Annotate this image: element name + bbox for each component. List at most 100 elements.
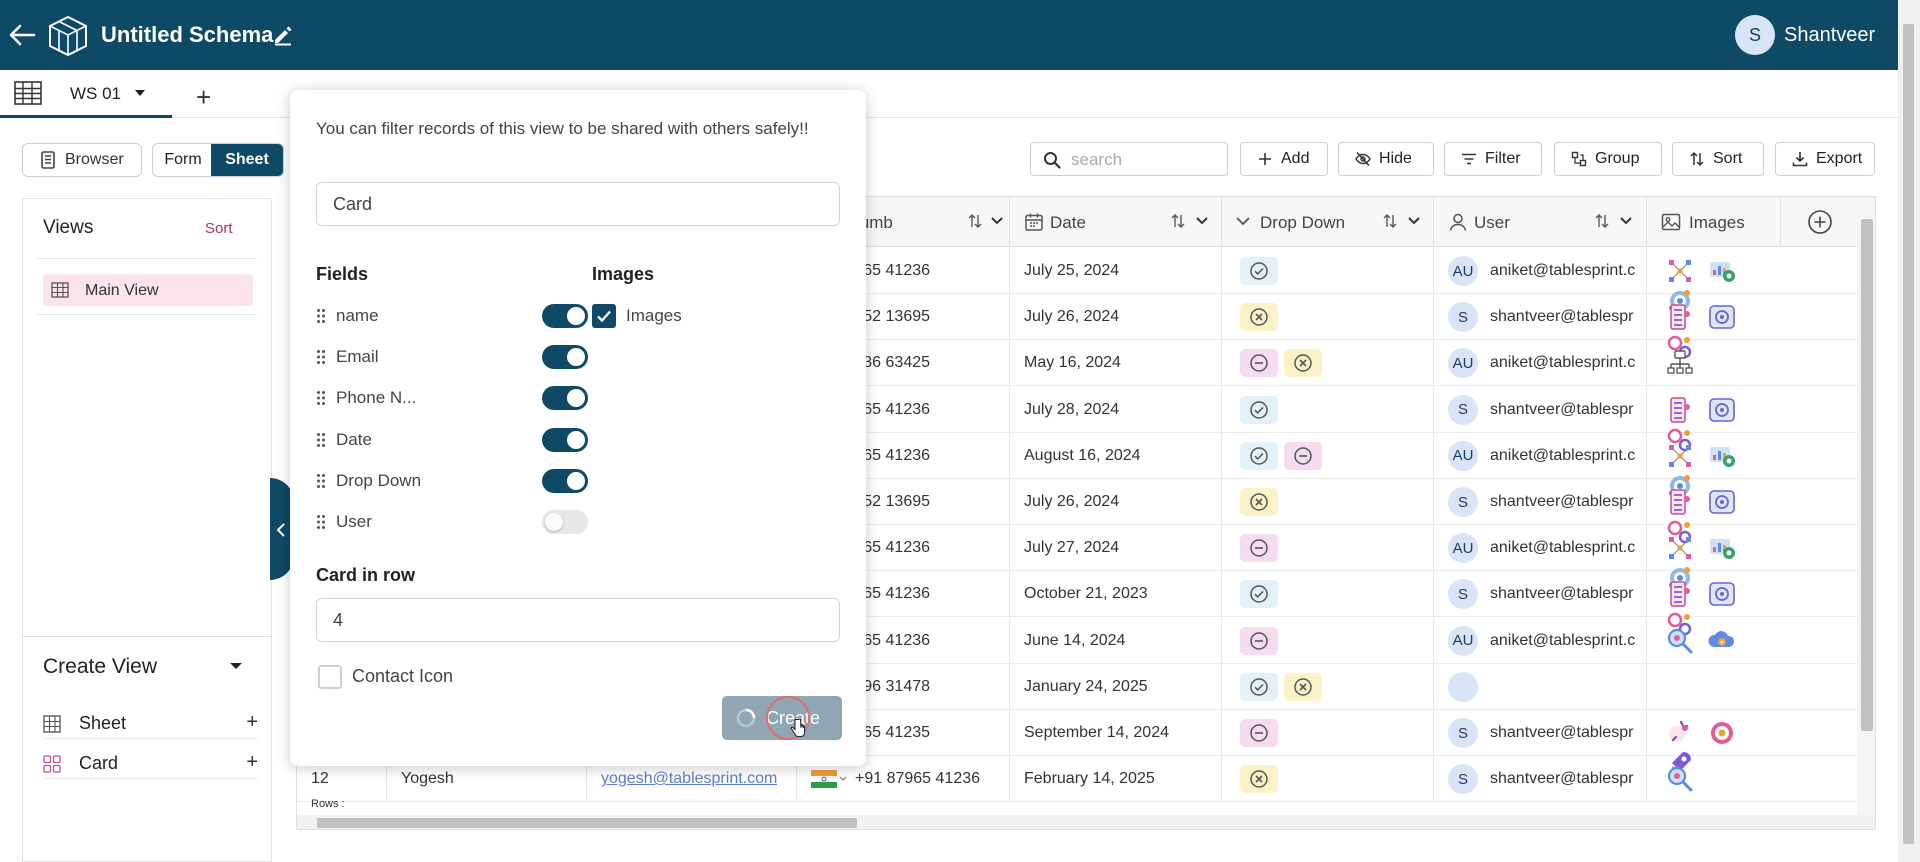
cell-drop-down[interactable] xyxy=(1222,248,1434,294)
chart-image-icon[interactable] xyxy=(1707,256,1749,282)
drag-handle-icon[interactable] xyxy=(316,308,326,324)
search-box[interactable] xyxy=(1030,142,1228,176)
cell-user[interactable]: Sshantveer@tablespr xyxy=(1434,479,1647,525)
search-image-icon[interactable] xyxy=(1665,764,1707,792)
rack-image-icon[interactable] xyxy=(1665,395,1707,423)
grid-horizontal-scrollbar[interactable] xyxy=(297,815,1875,829)
cell-images[interactable] xyxy=(1647,479,1781,544)
cell-images[interactable] xyxy=(1647,664,1781,710)
pixel-image-icon[interactable] xyxy=(1665,533,1707,560)
drag-handle-icon[interactable] xyxy=(316,349,326,365)
cell-user[interactable]: Sshantveer@tablespr xyxy=(1434,571,1647,618)
cell-user[interactable]: AU aniket@tablesprint.c xyxy=(1434,525,1647,572)
cell-drop-down[interactable] xyxy=(1222,710,1434,756)
cell-user[interactable]: Sshantveer@tablespr xyxy=(1434,756,1647,803)
sort-button[interactable]: Sort xyxy=(1672,142,1764,176)
view-name-input[interactable]: Card xyxy=(316,182,840,226)
cell-images[interactable] xyxy=(1647,571,1781,636)
drag-handle-icon[interactable] xyxy=(316,473,326,489)
dropdown-chip-check[interactable] xyxy=(1240,672,1278,701)
cell-user[interactable]: AU aniket@tablesprint.c xyxy=(1434,248,1647,294)
grid-horizontal-scrollbar-thumb[interactable] xyxy=(317,818,857,828)
cell-images[interactable] xyxy=(1647,756,1781,802)
pencil-icon[interactable] xyxy=(272,24,294,46)
chart-image-icon[interactable] xyxy=(1707,441,1749,467)
add-sheet-view-button[interactable]: + xyxy=(246,711,258,734)
cell-drop-down[interactable] xyxy=(1222,432,1434,479)
cell-images[interactable] xyxy=(1647,294,1781,359)
field-toggle[interactable] xyxy=(542,345,588,370)
field-row[interactable]: name xyxy=(316,300,588,330)
field-row[interactable]: Email xyxy=(316,341,588,371)
dropdown-chip-minus[interactable] xyxy=(1240,719,1278,747)
add-card-view-button[interactable]: + xyxy=(246,751,258,774)
cell-drop-down[interactable] xyxy=(1222,525,1434,572)
field-toggle[interactable] xyxy=(542,386,588,411)
create-button[interactable]: Create xyxy=(722,696,842,740)
chevron-down-icon[interactable] xyxy=(991,216,1003,226)
cell-drop-down[interactable] xyxy=(1222,479,1434,525)
dropdown-chip-minus[interactable] xyxy=(1240,349,1278,378)
cell-user[interactable]: AU aniket@tablesprint.c xyxy=(1434,432,1647,479)
cell-date[interactable]: February 14, 2025 xyxy=(1010,756,1222,803)
add-tab-button[interactable]: + xyxy=(196,82,211,113)
cell-date[interactable]: July 27, 2024 xyxy=(1010,525,1222,572)
hide-button[interactable]: Hide xyxy=(1338,142,1434,176)
rack-image-icon[interactable] xyxy=(1665,579,1707,608)
rack-image-icon[interactable] xyxy=(1665,487,1707,515)
dropdown-chip-check[interactable] xyxy=(1240,580,1278,609)
cell-images[interactable] xyxy=(1647,433,1781,496)
chevron-down-icon[interactable] xyxy=(1196,216,1208,226)
cell-images[interactable] xyxy=(1647,248,1781,311)
rack-image-icon[interactable] xyxy=(1665,302,1707,330)
tab-ws-01[interactable]: WS 01 xyxy=(0,70,172,118)
network-image-icon[interactable] xyxy=(1665,348,1707,375)
cell-date[interactable]: September 14, 2024 xyxy=(1010,710,1222,756)
cell-user[interactable]: AU aniket@tablesprint.c xyxy=(1434,340,1647,387)
cell-drop-down[interactable] xyxy=(1222,386,1434,433)
dropdown-chip-minus[interactable] xyxy=(1284,441,1322,470)
chevron-down-icon[interactable] xyxy=(1408,216,1420,226)
cell-date[interactable]: August 16, 2024 xyxy=(1010,432,1222,479)
add-button[interactable]: Add xyxy=(1240,142,1328,176)
cog-image-icon[interactable] xyxy=(1707,718,1749,744)
safe-image-icon[interactable] xyxy=(1707,302,1749,329)
cell-date[interactable]: May 16, 2024 xyxy=(1010,340,1222,387)
pixel-image-icon[interactable] xyxy=(1665,441,1707,467)
column-date[interactable]: Date xyxy=(1010,197,1222,247)
create-sheet-view[interactable]: Sheet + xyxy=(43,709,258,739)
column-images[interactable]: Images xyxy=(1647,197,1781,247)
search-image-icon[interactable] xyxy=(1665,626,1707,654)
drag-handle-icon[interactable] xyxy=(316,432,326,448)
cell-user[interactable]: Sshantveer@tablespr xyxy=(1434,386,1647,433)
cell-user[interactable]: AU aniket@tablesprint.c xyxy=(1434,617,1647,664)
dropdown-chip-minus[interactable] xyxy=(1240,534,1278,563)
dropdown-chip-cross[interactable] xyxy=(1284,349,1322,378)
user-avatar[interactable]: S xyxy=(1735,15,1775,55)
bulb-image-icon[interactable] xyxy=(1665,718,1707,742)
grid-vertical-scrollbar[interactable] xyxy=(1857,197,1875,815)
filter-button[interactable]: Filter xyxy=(1444,142,1542,176)
cell-date[interactable]: January 24, 2025 xyxy=(1010,663,1222,710)
cell-date[interactable]: July 26, 2024 xyxy=(1010,294,1222,341)
dropdown-chip-cross[interactable] xyxy=(1240,303,1278,332)
chevron-down-icon[interactable] xyxy=(229,661,243,671)
field-toggle[interactable] xyxy=(542,304,588,328)
cell-images[interactable] xyxy=(1647,387,1781,451)
safe-image-icon[interactable] xyxy=(1707,487,1749,514)
cell-drop-down[interactable] xyxy=(1222,617,1434,664)
dropdown-chip-cross[interactable] xyxy=(1284,672,1322,701)
card-in-row-input[interactable]: 4 xyxy=(316,598,840,642)
chevron-down-icon[interactable] xyxy=(1620,216,1632,226)
contact-icon-checkbox[interactable] xyxy=(318,665,342,689)
cell-date[interactable]: July 26, 2024 xyxy=(1010,479,1222,525)
page-scrollbar-thumb[interactable] xyxy=(1903,24,1914,844)
view-item-main-view[interactable]: Main View xyxy=(43,274,253,306)
field-row[interactable]: Date xyxy=(316,424,588,454)
dropdown-chip-check[interactable] xyxy=(1240,441,1278,470)
search-input[interactable] xyxy=(1071,149,1221,171)
dropdown-chip-minus[interactable] xyxy=(1240,626,1278,655)
chevron-down-icon[interactable] xyxy=(839,776,847,782)
field-row[interactable]: Drop Down xyxy=(316,465,588,495)
cell-date[interactable]: July 28, 2024 xyxy=(1010,386,1222,433)
